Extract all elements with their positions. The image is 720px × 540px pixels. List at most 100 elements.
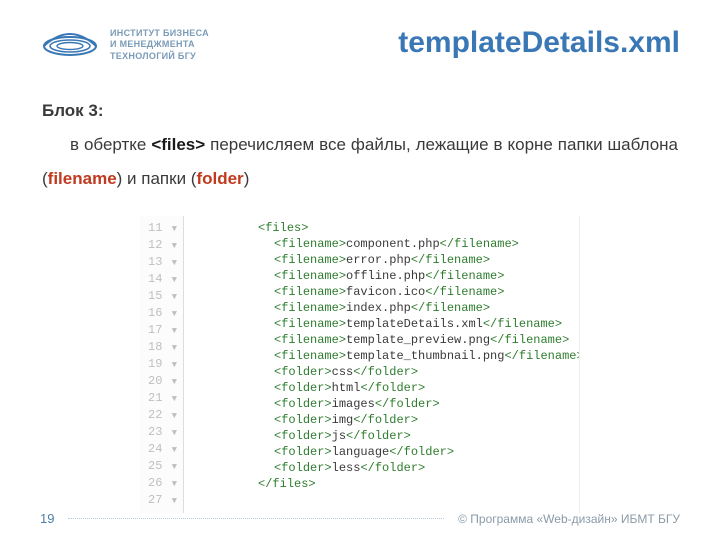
files-keyword: <files>	[151, 135, 205, 154]
xml-open-tag: <filename>	[274, 333, 346, 347]
line-number: 19 ▼	[148, 356, 177, 373]
code-block: 11 ▼12 ▼13 ▼14 ▼15 ▼16 ▼17 ▼18 ▼19 ▼20 ▼…	[140, 216, 580, 513]
footer: 19 © Программа «Web-дизайн» ИБМТ БГУ	[0, 511, 720, 526]
code-line: <filename>offline.php</filename>	[194, 268, 569, 284]
line-number: 24 ▼	[148, 441, 177, 458]
xml-close-tag: </filename>	[425, 285, 504, 299]
xml-close-tag: </folder>	[360, 461, 425, 475]
xml-open-tag: <filename>	[274, 317, 346, 331]
xml-text: less	[332, 461, 361, 475]
paragraph: в обертке <files> перечисляем все файлы,…	[42, 128, 678, 196]
line-number: 23 ▼	[148, 424, 177, 441]
xml-text: img	[332, 413, 354, 427]
line-number: 12 ▼	[148, 237, 177, 254]
xml-open-tag: <filename>	[274, 349, 346, 363]
xml-open-tag: <folder>	[274, 461, 332, 475]
page-title: templateDetails.xml	[209, 26, 680, 60]
xml-text: templateDetails.xml	[346, 317, 483, 331]
code-line: <filename>component.php</filename>	[194, 236, 569, 252]
xml-close-tag: </filename>	[411, 301, 490, 315]
xml-open-tag: <folder>	[274, 365, 332, 379]
xml-close-tag: </folder>	[353, 365, 418, 379]
code-gutter: 11 ▼12 ▼13 ▼14 ▼15 ▼16 ▼17 ▼18 ▼19 ▼20 ▼…	[140, 216, 184, 513]
line-number: 13 ▼	[148, 254, 177, 271]
xml-text: template_preview.png	[346, 333, 490, 347]
xml-open-tag: <folder>	[274, 413, 332, 427]
line-number: 17 ▼	[148, 322, 177, 339]
org-line2: И МЕНЕДЖМЕНТА	[110, 39, 209, 50]
org-name: ИНСТИТУТ БИЗНЕСА И МЕНЕДЖМЕНТА ТЕХНОЛОГИ…	[110, 26, 209, 62]
xml-close-tag: </filename>	[425, 269, 504, 283]
code-line: <filename>templateDetails.xml</filename>	[194, 316, 569, 332]
xml-open-tag: <filename>	[274, 285, 346, 299]
footer-divider	[68, 518, 444, 519]
line-number: 15 ▼	[148, 288, 177, 305]
page-number: 19	[40, 511, 54, 526]
xml-close-tag: </filename>	[440, 237, 519, 251]
block-label: Блок 3:	[42, 94, 678, 128]
code-line: <folder>images</folder>	[194, 396, 569, 412]
xml-text: index.php	[346, 301, 411, 315]
code-line: <folder>css</folder>	[194, 364, 569, 380]
code-line: <filename>index.php</filename>	[194, 300, 569, 316]
xml-close-tag: </folder>	[389, 445, 454, 459]
xml-text: template_thumbnail.png	[346, 349, 504, 363]
code-line: <folder>html</folder>	[194, 380, 569, 396]
code-line: </files>	[194, 476, 569, 492]
xml-text: error.php	[346, 253, 411, 267]
code-line: <filename>template_preview.png</filename…	[194, 332, 569, 348]
code-line: <folder>less</folder>	[194, 460, 569, 476]
xml-text: favicon.ico	[346, 285, 425, 299]
xml-close-tag: </filename>	[504, 349, 579, 363]
para-before: в обертке	[70, 135, 151, 154]
line-number: 18 ▼	[148, 339, 177, 356]
xml-open-tag: <folder>	[274, 397, 332, 411]
xml-open-tag: <filename>	[274, 253, 346, 267]
xml-open-tag: <folder>	[274, 381, 332, 395]
xml-text: offline.php	[346, 269, 425, 283]
xml-open-tag: <folder>	[274, 429, 332, 443]
line-number: 27 ▼	[148, 492, 177, 509]
xml-open-tag: <filename>	[274, 301, 346, 315]
code-line: <folder>img</folder>	[194, 412, 569, 428]
xml-text: language	[332, 445, 390, 459]
xml-close-tag: </folder>	[353, 413, 418, 427]
code-line: <filename>favicon.ico</filename>	[194, 284, 569, 300]
xml-text: css	[332, 365, 354, 379]
code-line: <files>	[194, 220, 569, 236]
line-number: 11 ▼	[148, 220, 177, 237]
xml-close-tag: </folder>	[375, 397, 440, 411]
xml-text: html	[332, 381, 361, 395]
folder-keyword: folder	[196, 169, 243, 188]
xml-close-tag: </filename>	[411, 253, 490, 267]
header: ИНСТИТУТ БИЗНЕСА И МЕНЕДЖМЕНТА ТЕХНОЛОГИ…	[0, 0, 720, 66]
para-mid2: ) и папки (	[117, 169, 197, 188]
line-number: 25 ▼	[148, 458, 177, 475]
code-line: <filename>error.php</filename>	[194, 252, 569, 268]
para-end: )	[244, 169, 250, 188]
xml-text: images	[332, 397, 375, 411]
body-text: Блок 3: в обертке <files> перечисляем вс…	[0, 66, 720, 196]
line-number: 20 ▼	[148, 373, 177, 390]
org-logo	[40, 26, 100, 66]
code-line: <folder>js</folder>	[194, 428, 569, 444]
code-line: <filename>template_thumbnail.png</filena…	[194, 348, 569, 364]
line-number: 22 ▼	[148, 407, 177, 424]
line-number: 14 ▼	[148, 271, 177, 288]
filename-keyword: filename	[48, 169, 117, 188]
xml-open-tag: </files>	[258, 477, 316, 491]
xml-open-tag: <folder>	[274, 445, 332, 459]
xml-open-tag: <filename>	[274, 237, 346, 251]
line-number: 16 ▼	[148, 305, 177, 322]
org-line3: ТЕХНОЛОГИЙ БГУ	[110, 51, 209, 62]
code-line: <folder>language</folder>	[194, 444, 569, 460]
copyright: © Программа «Web-дизайн» ИБМТ БГУ	[458, 512, 680, 526]
org-line1: ИНСТИТУТ БИЗНЕСА	[110, 28, 209, 39]
line-number: 26 ▼	[148, 475, 177, 492]
xml-open-tag: <files>	[258, 221, 308, 235]
xml-close-tag: </filename>	[483, 317, 562, 331]
xml-close-tag: </folder>	[360, 381, 425, 395]
xml-text: js	[332, 429, 346, 443]
line-number: 21 ▼	[148, 390, 177, 407]
xml-open-tag: <filename>	[274, 269, 346, 283]
